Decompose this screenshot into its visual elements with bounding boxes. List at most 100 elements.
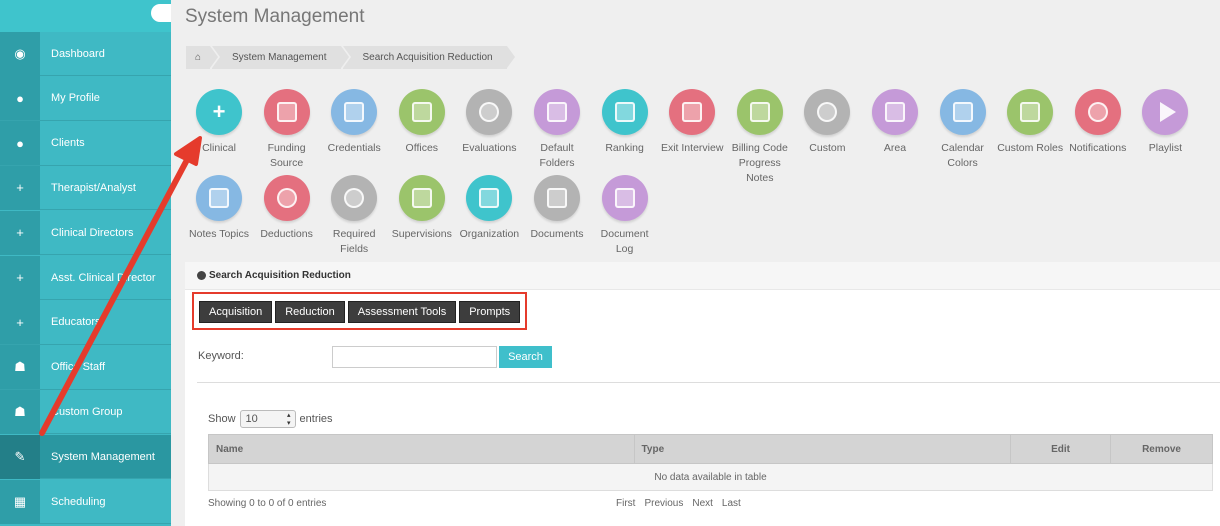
pager-previous[interactable]: Previous — [644, 498, 683, 509]
module-supervisions[interactable]: Supervisions — [388, 175, 456, 242]
module-label: Documents — [530, 228, 584, 240]
module-playlist[interactable]: Playlist — [1131, 89, 1199, 156]
sidebar-item-clients[interactable]: ● Clients — [0, 121, 171, 166]
column-header-type[interactable]: Type — [633, 434, 1012, 464]
icon-glyph — [276, 102, 297, 122]
module-area[interactable]: Area — [861, 89, 929, 156]
module-required-fields[interactable]: Required Fields — [320, 175, 388, 257]
hospital-icon — [466, 175, 513, 221]
folder-icon — [534, 89, 580, 135]
sidebar-item-educators[interactable]: + Educators — [0, 300, 171, 345]
module-default-folders[interactable]: Default Folders — [523, 89, 591, 171]
module-notifications[interactable]: Notifications — [1064, 89, 1132, 156]
module-label: Notifications — [1069, 142, 1127, 154]
module-custom-roles[interactable]: Custom Roles — [996, 89, 1064, 156]
list-icon — [534, 175, 580, 221]
column-header-remove[interactable]: Remove — [1110, 434, 1213, 464]
breadcrumb-label: System Management — [232, 52, 327, 63]
module-label: Credentials — [327, 142, 381, 154]
tab-reduction[interactable]: Reduction — [275, 301, 345, 323]
empty-message: No data available in table — [208, 463, 1213, 491]
tab-group: Acquisition Reduction Assessment Tools P… — [192, 292, 528, 330]
sidebar-item-custom-group[interactable]: ☗ Custom Group — [0, 389, 171, 435]
sidebar-item-system-management[interactable]: ✎ System Management — [0, 434, 171, 480]
module-label: Evaluations — [462, 142, 517, 154]
column-header-edit[interactable]: Edit — [1010, 434, 1112, 464]
keyword-label: Keyword: — [198, 350, 244, 362]
tab-acquisition[interactable]: Acquisition — [199, 301, 273, 323]
module-label: Required Fields — [332, 228, 376, 255]
entries-label: entries — [299, 413, 333, 425]
breadcrumb-system-management[interactable]: System Management — [212, 46, 348, 69]
sidebar-item-therapist-analyst[interactable]: + Therapist/Analyst — [0, 165, 171, 211]
toggle-pill[interactable] — [151, 4, 171, 22]
building-icon — [872, 89, 918, 135]
table-header-row: Name Type Edit Remove — [208, 434, 1213, 464]
pager-next[interactable]: Next — [692, 498, 713, 509]
sidebar-item-clinical-directors[interactable]: + Clinical Directors — [0, 210, 171, 256]
plus-icon: + — [0, 210, 40, 255]
pager-last[interactable]: Last — [722, 498, 741, 509]
module-deductions[interactable]: Deductions — [253, 175, 321, 242]
search-button[interactable]: Search — [499, 346, 552, 368]
table-row: No data available in table — [208, 463, 1213, 491]
module-label: Offices — [405, 142, 439, 154]
breadcrumb: ⌂ System Management Search Acquisition R… — [186, 46, 515, 69]
module-documents[interactable]: Documents — [523, 175, 591, 242]
module-credentials[interactable]: Credentials — [320, 89, 388, 156]
sidebar-item-dashboard[interactable]: ◉ Dashboard — [0, 31, 171, 76]
module-billing-code-progress-notes[interactable]: Billing Code Progress Notes — [726, 89, 794, 186]
module-evaluations[interactable]: Evaluations — [455, 89, 523, 156]
checkbox-icon — [669, 89, 716, 135]
module-clinical[interactable]: + Clinical — [185, 89, 253, 156]
pager-first[interactable]: First — [616, 498, 635, 509]
module-funding-source[interactable]: Funding Source — [253, 89, 321, 171]
module-label: Default Folders — [539, 142, 575, 169]
book-icon — [736, 89, 783, 135]
tab-assessment-tools[interactable]: Assessment Tools — [347, 301, 457, 323]
module-label: Custom — [809, 142, 846, 154]
module-notes-topics[interactable]: Notes Topics — [185, 175, 253, 242]
sidebar-item-label: Therapist/Analyst — [51, 181, 136, 194]
sidebar: ◉ Dashboard ● My Profile ● Clients + Therapist/… — [0, 0, 171, 526]
entries-length-control: Show 10 ▴ ▾ entries — [208, 410, 333, 428]
module-calendar-colors[interactable]: Calendar Colors — [929, 89, 997, 171]
module-custom[interactable]: Custom — [793, 89, 861, 156]
sidebar-item-label: Custom Group — [51, 405, 123, 418]
plus-icon: + — [0, 165, 40, 210]
sidebar-toggle[interactable] — [0, 0, 171, 32]
show-label: Show — [208, 413, 236, 425]
icon-glyph — [749, 102, 770, 122]
keyword-input[interactable] — [332, 346, 497, 368]
column-header-name[interactable]: Name — [208, 434, 635, 464]
sidebar-item-label: System Management — [51, 450, 155, 463]
module-label: Custom Roles — [997, 142, 1064, 154]
updown-icon: ▴ ▾ — [287, 412, 291, 427]
main-content: System Management ⌂ System Management Se… — [171, 0, 1220, 526]
breadcrumb-home[interactable]: ⌂ — [186, 46, 218, 69]
sidebar-item-label: Asst. Clinical Director — [51, 271, 156, 284]
sidebar-item-asst-clinical-director[interactable]: + Asst. Clinical Director — [0, 255, 171, 300]
module-document-log[interactable]: Document Log — [591, 175, 659, 257]
panel-title: Search Acquisition Reduction — [209, 270, 351, 281]
icon-glyph — [1087, 102, 1108, 122]
icon-glyph — [479, 102, 500, 122]
breadcrumb-search-acquisition-reduction[interactable]: Search Acquisition Reduction — [342, 46, 515, 69]
module-ranking[interactable]: Ranking — [591, 89, 659, 156]
module-offices[interactable]: Offices — [388, 89, 456, 156]
sidebar-item-label: Office Staff — [51, 361, 106, 374]
user-icon: ● — [0, 121, 40, 166]
module-exit-interview[interactable]: Exit Interview — [658, 89, 726, 156]
sidebar-item-scheduling[interactable]: ▦ Scheduling — [0, 479, 171, 524]
icon-glyph: + — [212, 99, 226, 124]
user-icon: ● — [0, 76, 40, 121]
building-icon — [398, 89, 445, 135]
sidebar-item-office-staff[interactable]: ☗ Office Staff — [0, 345, 171, 390]
module-organization[interactable]: Organization — [455, 175, 523, 242]
icon-glyph — [344, 188, 365, 208]
icon-glyph — [276, 188, 297, 208]
sidebar-item-my-profile[interactable]: ● My Profile — [0, 76, 171, 121]
module-label: Exit Interview — [660, 142, 724, 154]
tab-prompts[interactable]: Prompts — [459, 301, 521, 323]
entries-select[interactable]: 10 ▴ ▾ — [239, 410, 296, 428]
